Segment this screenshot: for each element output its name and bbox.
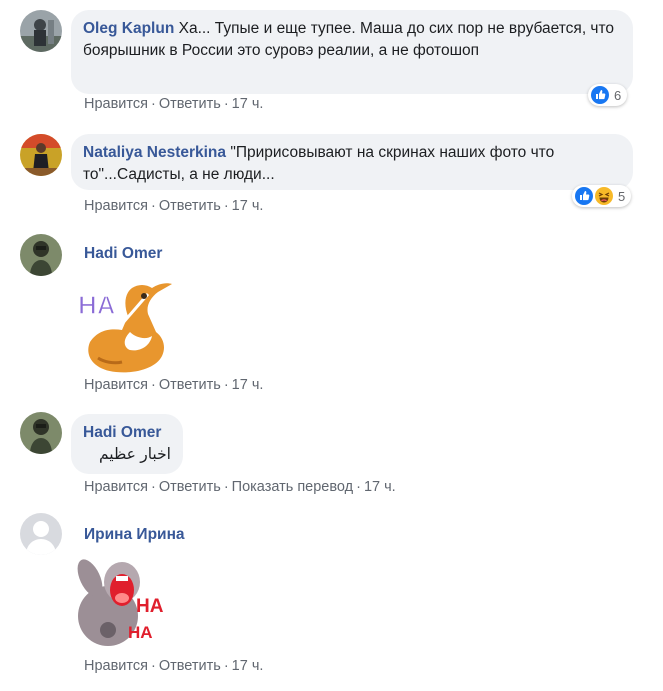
- reaction-count: 6: [614, 87, 622, 103]
- sticker-text: HA: [136, 596, 164, 617]
- comment-author[interactable]: Hadi Omer: [83, 422, 171, 444]
- comment-author[interactable]: Hadi Omer: [84, 244, 162, 264]
- comment-author[interactable]: Nataliya Nesterkina: [83, 144, 226, 161]
- like-icon: [575, 187, 593, 205]
- separator-dot: ·: [223, 198, 229, 214]
- avatar[interactable]: [20, 10, 62, 52]
- separator-dot: ·: [150, 198, 156, 214]
- like-link[interactable]: Нравится: [84, 658, 148, 674]
- avatar[interactable]: [20, 234, 62, 276]
- reactions-badge[interactable]: 5: [572, 185, 632, 207]
- reactions-badge[interactable]: 6: [588, 84, 628, 106]
- timestamp[interactable]: 17 ч.: [232, 198, 264, 214]
- like-link[interactable]: Нравится: [84, 377, 148, 393]
- separator-dot: ·: [223, 377, 229, 393]
- comment-actions: Нравится · Ответить · 17 ч.: [84, 377, 263, 393]
- comment-bubble: Hadi Omer اخبار عظيم: [71, 414, 183, 474]
- timestamp[interactable]: 17 ч.: [232, 377, 264, 393]
- like-link[interactable]: Нравится: [84, 198, 148, 214]
- separator-dot: ·: [223, 658, 229, 674]
- separator-dot: ·: [150, 377, 156, 393]
- comment-text: اخبار عظيم: [98, 446, 171, 463]
- separator-dot: ·: [150, 658, 156, 674]
- sticker-text: HA: [78, 290, 116, 320]
- comment-author[interactable]: Oleg Kaplun: [83, 20, 174, 37]
- like-link[interactable]: Нравится: [84, 479, 148, 495]
- timestamp[interactable]: 17 ч.: [364, 479, 396, 495]
- timestamp[interactable]: 17 ч.: [232, 96, 264, 112]
- avatar[interactable]: [20, 134, 62, 176]
- reaction-count: 5: [618, 188, 626, 204]
- comment-actions: Нравится · Ответить · 17 ч.: [84, 658, 263, 674]
- separator-dot: ·: [150, 96, 156, 112]
- comment-bubble: Oleg Kaplun Ха... Тупые и еще тупее. Маш…: [71, 10, 633, 94]
- comment-actions: Нравится · Ответить · 17 ч.: [84, 198, 263, 214]
- avatar[interactable]: [20, 513, 62, 555]
- separator-dot: ·: [223, 479, 229, 495]
- default-avatar-icon: [20, 513, 62, 555]
- like-icon: [591, 86, 609, 104]
- timestamp[interactable]: 17 ч.: [232, 658, 264, 674]
- comment-actions: Нравится · Ответить · 17 ч.: [84, 96, 263, 112]
- comment-bubble: Nataliya Nesterkina "Пририсовывают на ск…: [71, 134, 633, 190]
- laughing-bunny-sticker: HA HA: [70, 556, 174, 657]
- laughing-dog-sticker: HA: [70, 272, 180, 381]
- haha-icon: [595, 187, 613, 205]
- avatar[interactable]: [20, 412, 62, 454]
- comment-author[interactable]: Ирина Ирина: [84, 525, 185, 545]
- comment-actions: Нравится · Ответить · Показать перевод · 17 ч.: [84, 479, 396, 495]
- reply-link[interactable]: Ответить: [159, 658, 221, 674]
- reply-link[interactable]: Ответить: [159, 377, 221, 393]
- reply-link[interactable]: Ответить: [159, 479, 221, 495]
- sticker-text: HA: [128, 623, 153, 642]
- reply-link[interactable]: Ответить: [159, 96, 221, 112]
- see-translation-link[interactable]: Показать перевод: [232, 479, 353, 495]
- separator-dot: ·: [223, 96, 229, 112]
- like-link[interactable]: Нравится: [84, 96, 148, 112]
- separator-dot: ·: [150, 479, 156, 495]
- separator-dot: ·: [356, 479, 361, 495]
- reply-link[interactable]: Ответить: [159, 198, 221, 214]
